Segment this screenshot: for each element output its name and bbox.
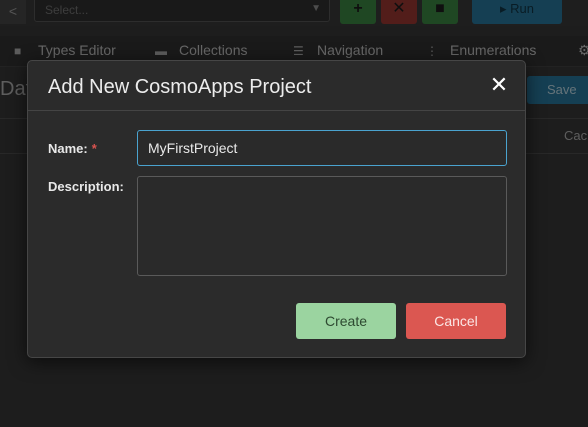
project-description-input[interactable] xyxy=(137,176,507,276)
cancel-button[interactable]: Cancel xyxy=(406,303,506,339)
description-label: Description: xyxy=(48,179,124,194)
close-icon[interactable]: ✕ xyxy=(487,73,511,97)
create-button[interactable]: Create xyxy=(296,303,396,339)
dialog-header: Add New CosmoApps Project ✕ xyxy=(28,61,525,111)
project-name-input[interactable] xyxy=(137,130,507,166)
name-label: Name: * xyxy=(48,141,97,156)
dialog-title: Add New CosmoApps Project xyxy=(48,76,312,98)
add-project-dialog: Add New CosmoApps Project ✕ Name:* Descr… xyxy=(27,60,526,358)
name-label-text: Name: xyxy=(48,141,88,156)
required-marker: * xyxy=(91,141,97,156)
